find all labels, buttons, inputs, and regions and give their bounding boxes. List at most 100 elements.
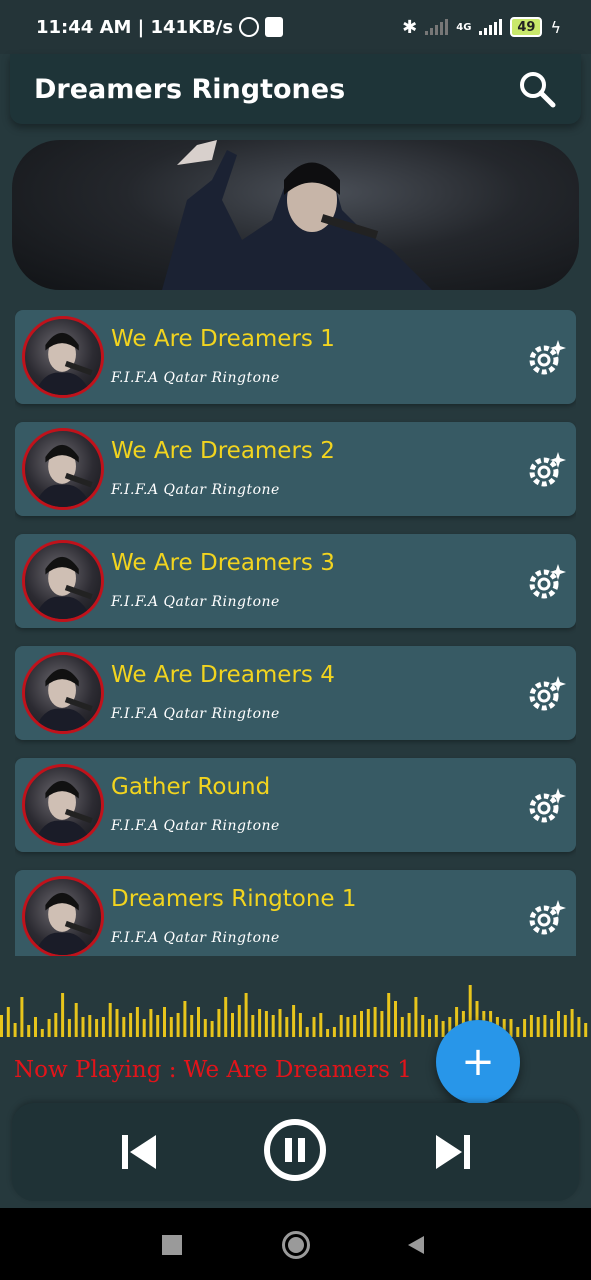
- list-item[interactable]: We Are Dreamers 4 F.I.F.A Qatar Ringtone: [15, 646, 576, 740]
- visualizer-bar: [210, 1021, 214, 1037]
- visualizer-bar: [61, 993, 65, 1037]
- pause-button[interactable]: [262, 1117, 328, 1183]
- visualizer-bar: [0, 1015, 3, 1037]
- list-item[interactable]: Dreamers Ringtone 1 F.I.F.A Qatar Ringto…: [15, 870, 576, 956]
- list-item[interactable]: We Are Dreamers 3 F.I.F.A Qatar Ringtone: [15, 534, 576, 628]
- song-avatar: [22, 540, 104, 622]
- visualizer-bar: [40, 1029, 44, 1037]
- next-button[interactable]: [432, 1131, 474, 1173]
- visualizer-bar: [312, 1017, 316, 1037]
- visualizer-bar: [108, 1003, 112, 1037]
- bluetooth-icon: ✱: [402, 16, 418, 38]
- song-avatar: [22, 316, 104, 398]
- gear-icon: [529, 564, 566, 599]
- song-subtitle: F.I.F.A Qatar Ringtone: [111, 706, 280, 722]
- visualizer-bar: [47, 1019, 51, 1037]
- pause-icon: [264, 1119, 326, 1181]
- settings-gear-button[interactable]: [526, 786, 566, 826]
- gear-icon: [529, 676, 566, 711]
- usb-icon: [265, 17, 284, 37]
- alarm-icon: [239, 17, 260, 37]
- back-icon[interactable]: [406, 1234, 426, 1256]
- add-button[interactable]: +: [436, 1020, 520, 1104]
- status-left: 11:44 AM | 141KB/s: [36, 16, 284, 38]
- visualizer-bar: [122, 1017, 126, 1037]
- visualizer-bar: [305, 1027, 309, 1037]
- song-avatar: [22, 652, 104, 734]
- visualizer-bar: [319, 1013, 323, 1037]
- song-subtitle: F.I.F.A Qatar Ringtone: [111, 594, 280, 610]
- banner-image: [12, 140, 579, 290]
- visualizer-bar: [577, 1017, 581, 1037]
- settings-gear-button[interactable]: [526, 898, 566, 938]
- visualizer-bar: [414, 997, 418, 1037]
- visualizer-bar: [529, 1015, 533, 1037]
- visualizer-bar: [115, 1009, 119, 1037]
- visualizer-bar: [197, 1007, 200, 1037]
- recents-icon[interactable]: [162, 1235, 182, 1255]
- search-icon: [520, 72, 556, 108]
- visualizer-bar: [244, 993, 248, 1037]
- visualizer-bar: [20, 997, 24, 1037]
- visualizer-bar: [570, 1009, 574, 1037]
- gear-icon: [529, 340, 566, 375]
- visualizer-bar: [326, 1029, 330, 1037]
- visualizer-bar: [264, 1011, 268, 1037]
- skip-next-icon: [436, 1135, 470, 1169]
- visualizer-bar: [81, 1017, 85, 1037]
- search-button[interactable]: [517, 69, 557, 109]
- visualizer-bar: [332, 1027, 336, 1037]
- song-subtitle: F.I.F.A Qatar Ringtone: [111, 370, 280, 386]
- song-title: We Are Dreamers 1: [111, 326, 335, 352]
- visualizer-bar: [74, 1003, 78, 1037]
- settings-gear-button[interactable]: [526, 674, 566, 714]
- visualizer-bar: [278, 1009, 282, 1037]
- song-subtitle: F.I.F.A Qatar Ringtone: [111, 818, 280, 834]
- settings-gear-button[interactable]: [526, 450, 566, 490]
- song-avatar: [22, 876, 104, 956]
- visualizer-bar: [380, 1011, 384, 1037]
- previous-button[interactable]: [118, 1131, 160, 1173]
- app-bar: Dreamers Ringtones: [10, 54, 581, 124]
- list-item[interactable]: We Are Dreamers 2 F.I.F.A Qatar Ringtone: [15, 422, 576, 516]
- song-title: Dreamers Ringtone 1: [111, 886, 357, 912]
- visualizer-bar: [224, 997, 228, 1037]
- visualizer-bar: [88, 1015, 92, 1037]
- charging-icon: ϟ: [550, 17, 561, 37]
- visualizer-bar: [13, 1023, 17, 1037]
- visualizer-bar: [543, 1015, 547, 1037]
- ringtone-list[interactable]: We Are Dreamers 1 F.I.F.A Qatar Ringtone…: [15, 310, 576, 956]
- list-item[interactable]: Gather Round F.I.F.A Qatar Ringtone: [15, 758, 576, 852]
- song-subtitle: F.I.F.A Qatar Ringtone: [111, 482, 280, 498]
- visualizer-bar: [129, 1013, 133, 1037]
- visualizer-bar: [428, 1019, 431, 1037]
- song-avatar: [22, 764, 104, 846]
- signal-strong-icon: [479, 19, 503, 35]
- visualizer-bar: [557, 1011, 560, 1037]
- visualizer-bar: [563, 1015, 567, 1037]
- settings-gear-button[interactable]: [526, 562, 566, 602]
- visualizer-bar: [135, 1007, 139, 1037]
- visualizer-bar: [101, 1017, 105, 1037]
- visualizer-bar: [251, 1015, 255, 1037]
- visualizer-bar: [169, 1017, 173, 1037]
- status-right: ✱ 4G 49 ϟ: [402, 17, 561, 38]
- gear-icon: [529, 900, 566, 935]
- now-playing-label: Now Playing : We Are Dreamers 1: [14, 1057, 412, 1083]
- list-item[interactable]: We Are Dreamers 1 F.I.F.A Qatar Ringtone: [15, 310, 576, 404]
- visualizer-bar: [536, 1017, 540, 1037]
- visualizer-bar: [366, 1009, 370, 1037]
- home-icon[interactable]: [282, 1231, 310, 1259]
- visualizer-bar: [394, 1001, 397, 1037]
- settings-gear-button[interactable]: [526, 338, 566, 378]
- visualizer-bar: [237, 1005, 241, 1037]
- status-time: 11:44 AM | 141KB/s: [36, 16, 234, 38]
- song-subtitle: F.I.F.A Qatar Ringtone: [111, 930, 280, 946]
- song-title: Gather Round: [111, 774, 271, 800]
- song-title: We Are Dreamers 3: [111, 550, 335, 576]
- gear-icon: [529, 788, 566, 823]
- song-title: We Are Dreamers 2: [111, 438, 335, 464]
- visualizer-bar: [387, 993, 391, 1037]
- visualizer-bar: [373, 1007, 377, 1037]
- visualizer-bar: [400, 1017, 404, 1037]
